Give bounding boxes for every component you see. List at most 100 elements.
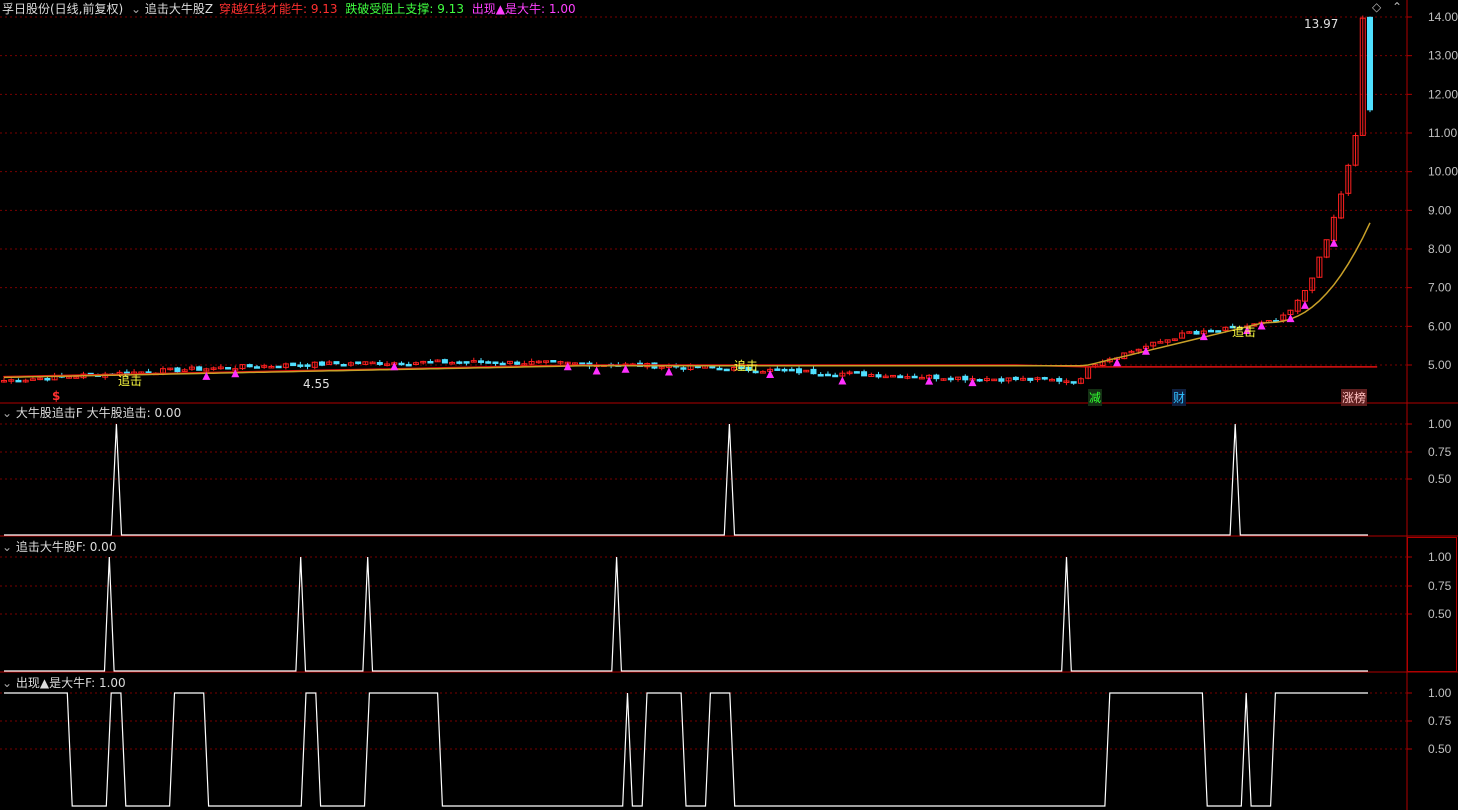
candle-body bbox=[1056, 378, 1063, 382]
candle-body bbox=[369, 361, 376, 365]
candle-body bbox=[405, 363, 412, 367]
axis-label: 5.00 bbox=[1428, 358, 1452, 372]
panel1-title[interactable]: 大牛股追击F bbox=[16, 406, 83, 420]
candle-body bbox=[861, 371, 868, 377]
low-price-label: 4.55 bbox=[303, 377, 330, 391]
chevron-down-icon[interactable]: ⌄ bbox=[2, 406, 12, 420]
candle-body bbox=[709, 365, 716, 369]
mark-jian[interactable]: 减 bbox=[1088, 389, 1103, 406]
price-axes: 14.00 13.00 12.00 11.00 10.00 9.00 8.00 7.00 6.0… bbox=[1407, 10, 1458, 756]
chart-canvas[interactable]: 14.00 13.00 12.00 11.00 10.00 9.00 8.00 7.00 6.0… bbox=[0, 0, 1458, 810]
candle-body bbox=[579, 362, 586, 365]
triangle-marker bbox=[838, 376, 847, 385]
axis-label: 14.00 bbox=[1428, 10, 1458, 24]
mark-zhuiji-1: 追击 bbox=[118, 374, 143, 388]
panel2-header: ⌄ 追击大牛股F: 0.00 bbox=[2, 538, 116, 555]
candle-body bbox=[225, 366, 232, 370]
candle-body bbox=[463, 361, 470, 364]
axis-label: 0.75 bbox=[1428, 714, 1452, 728]
axis-label: 1.00 bbox=[1428, 550, 1452, 564]
triangle-marker bbox=[1300, 300, 1309, 309]
candle-body bbox=[680, 367, 687, 370]
dollar-mark[interactable]: $ bbox=[52, 389, 60, 403]
chevron-down-icon[interactable]: ⌄ bbox=[2, 676, 12, 690]
candle-body bbox=[1367, 16, 1373, 111]
candle-body bbox=[441, 359, 448, 364]
candle-body bbox=[355, 361, 362, 365]
candle-body bbox=[933, 374, 940, 380]
indicator-name[interactable]: 追击大牛股Z bbox=[145, 2, 213, 16]
candle-body bbox=[304, 364, 311, 367]
candle-body bbox=[810, 368, 817, 375]
axis-label: 1.00 bbox=[1428, 686, 1452, 700]
grid-lines bbox=[0, 16, 1407, 750]
collapse-icon[interactable]: ⌃ bbox=[1392, 0, 1402, 14]
main-header: 孚日股份(日线,前复权) ⌄ 追击大牛股Z 穿越红线才能牛: 9.13 跌破受阻… bbox=[2, 0, 576, 16]
candle-body bbox=[723, 368, 730, 372]
candle-body bbox=[1027, 377, 1034, 381]
candle-body bbox=[716, 367, 723, 371]
mark-zhangbang[interactable]: 涨榜 bbox=[1341, 389, 1368, 406]
line1-label: 穿越红线才能牛: 9.13 bbox=[218, 2, 338, 16]
axis-label: 1.00 bbox=[1428, 417, 1452, 431]
mark-cai[interactable]: 财 bbox=[1172, 389, 1187, 406]
candle-body bbox=[15, 379, 22, 383]
axis-label: 6.00 bbox=[1428, 319, 1452, 333]
candle-body bbox=[319, 361, 326, 366]
candle-body bbox=[998, 378, 1005, 382]
panel2-title[interactable]: 追击大牛股F bbox=[16, 540, 82, 554]
candle-body bbox=[1070, 381, 1077, 384]
axis-label: 12.00 bbox=[1428, 87, 1458, 101]
stock-title[interactable]: 孚日股份(日线,前复权) bbox=[2, 2, 123, 16]
candle-body bbox=[962, 375, 969, 381]
axis-label: 10.00 bbox=[1428, 165, 1458, 179]
line2-label: 跌破受阻上支撑: 9.13 bbox=[345, 2, 464, 16]
chevron-down-icon[interactable]: ⌄ bbox=[131, 2, 141, 16]
diamond-icon[interactable]: ◇ bbox=[1372, 0, 1381, 14]
triangle-marker bbox=[664, 367, 673, 376]
panel-frames bbox=[0, 0, 1458, 810]
panel2-value: : 0.00 bbox=[81, 540, 117, 554]
chevron-down-icon[interactable]: ⌄ bbox=[2, 540, 12, 554]
mark-zhuiji-2: 追击 bbox=[734, 359, 759, 373]
indicator-lines bbox=[3, 222, 1378, 379]
candle-body bbox=[297, 364, 304, 367]
candle-body bbox=[947, 377, 954, 381]
candle-body bbox=[832, 374, 839, 378]
panel3-value: : 1.00 bbox=[91, 676, 126, 690]
candle-body bbox=[478, 360, 485, 363]
mark-zhuiji-3: 追击 bbox=[1232, 325, 1257, 339]
panel1-header: ⌄ 大牛股追击F 大牛股追击: 0.00 bbox=[2, 404, 181, 421]
candle-body bbox=[824, 373, 831, 377]
candle-body bbox=[796, 368, 803, 374]
candle-body bbox=[1207, 329, 1214, 333]
candle-body bbox=[911, 375, 918, 379]
panel3-header: ⌄ 出现▲是大牛F: 1.00 bbox=[2, 674, 126, 691]
axis-label: 0.50 bbox=[1428, 472, 1452, 486]
candle-body bbox=[1012, 376, 1019, 381]
candle-body bbox=[44, 377, 51, 381]
axis-label: 11.00 bbox=[1428, 126, 1457, 140]
candle-body bbox=[492, 361, 499, 364]
candle-body bbox=[788, 368, 795, 372]
triangle-marker bbox=[592, 366, 601, 375]
candle-body bbox=[29, 378, 36, 381]
candle-body bbox=[340, 363, 347, 367]
candle-body bbox=[514, 361, 521, 365]
panel3-title[interactable]: 出现▲是大牛F bbox=[16, 676, 91, 690]
axis-label: 9.00 bbox=[1428, 203, 1452, 217]
axis-label: 8.00 bbox=[1428, 242, 1452, 256]
candle-body bbox=[246, 364, 253, 368]
candle-body bbox=[499, 362, 506, 366]
candle-body bbox=[853, 371, 860, 374]
candle-body bbox=[1193, 330, 1200, 335]
line3-label: 出现▲是大牛: 1.00 bbox=[471, 2, 576, 16]
candle-body bbox=[550, 360, 557, 363]
candle-body bbox=[1215, 330, 1222, 333]
candlesticks[interactable] bbox=[1, 15, 1373, 386]
candle-body bbox=[275, 365, 282, 369]
candle-body bbox=[376, 362, 383, 365]
candle-body bbox=[774, 368, 781, 371]
axis-label: 7.00 bbox=[1428, 281, 1452, 295]
candle-body bbox=[174, 367, 181, 373]
